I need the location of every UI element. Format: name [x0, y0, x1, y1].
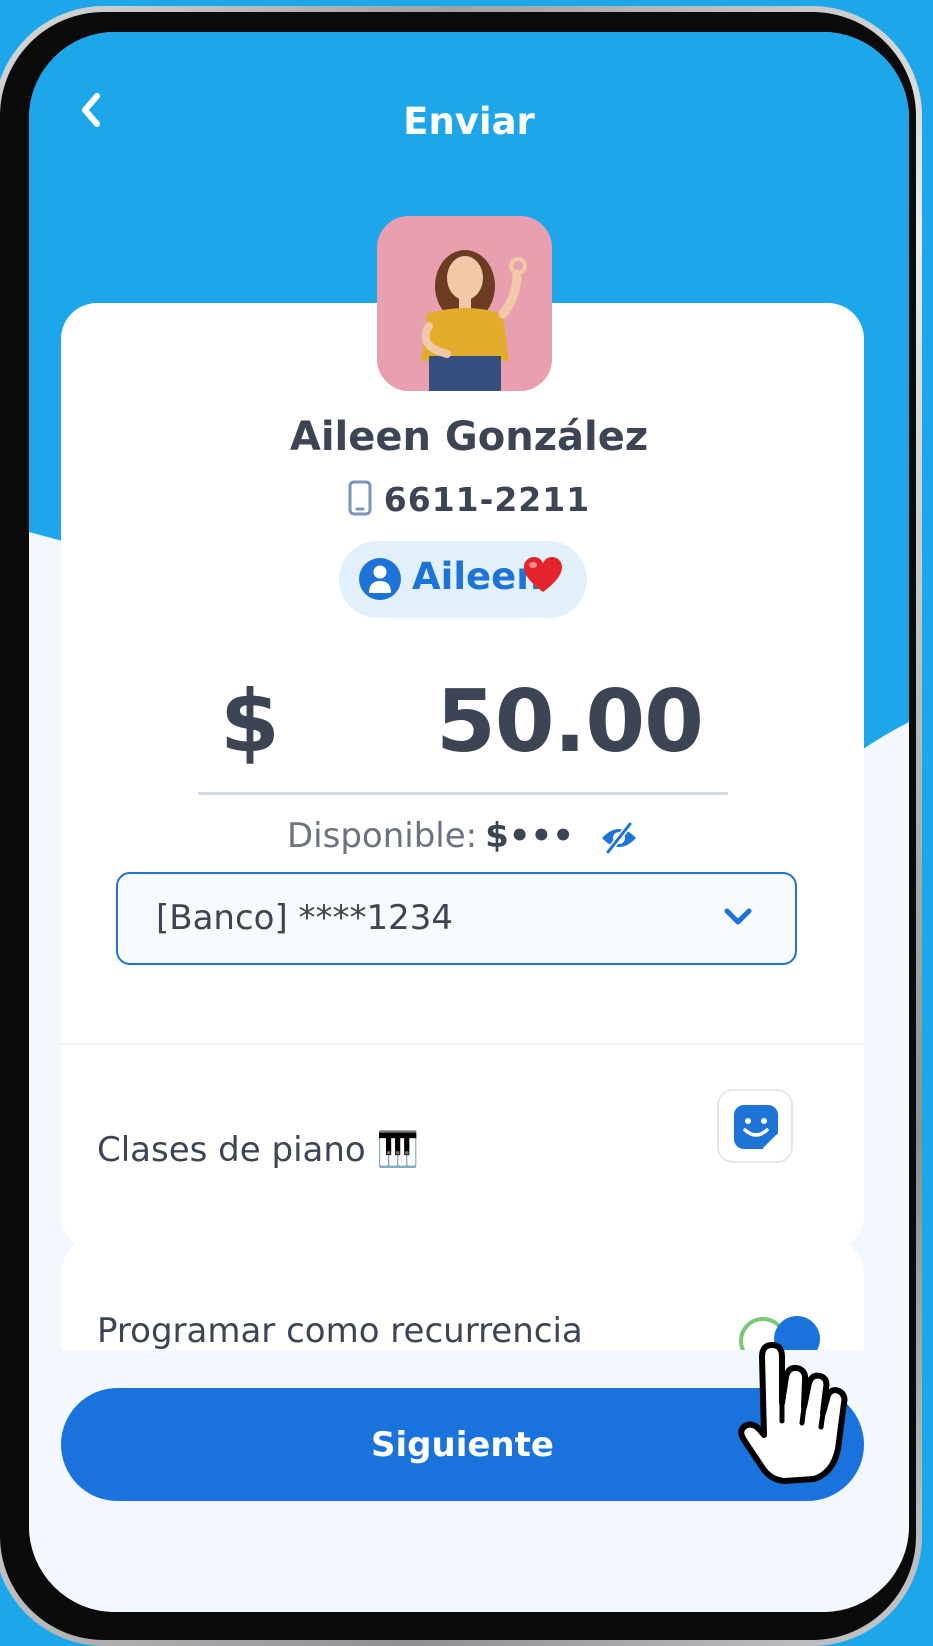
account-select-value: [Banco] ****1234	[156, 898, 454, 938]
available-balance: Disponible: $•••	[287, 816, 574, 856]
recurrence-label: Programar como recurrencia	[97, 1311, 583, 1351]
available-label: Disponible:	[287, 816, 478, 856]
account-select[interactable]: [Banco] ****1234	[116, 872, 797, 965]
alias-chip: Aileen	[339, 541, 587, 618]
hand-cursor-icon	[738, 1342, 848, 1484]
phone-icon	[348, 480, 372, 516]
recipient-phone-row: 6611-2211	[29, 480, 909, 519]
avatar-photo	[377, 216, 552, 391]
concept-field[interactable]: Clases de piano 🎹	[97, 1130, 419, 1170]
page-title: Enviar	[403, 100, 535, 143]
avatar	[377, 216, 552, 391]
amount-input[interactable]: 50.00	[436, 672, 704, 772]
app-screen: Enviar Aileen González 6611-2211 Aileen	[29, 32, 909, 1612]
recipient-phone: 6611-2211	[383, 480, 591, 519]
emoji-sticker-icon	[734, 1105, 779, 1150]
currency-symbol: $	[220, 672, 280, 772]
recipient-name: Aileen González	[289, 414, 649, 460]
available-value: $•••	[485, 816, 574, 856]
heart-icon	[524, 557, 562, 592]
emoji-sticker-button[interactable]	[717, 1089, 793, 1163]
eye-slash-icon[interactable]	[600, 822, 638, 854]
chevron-down-icon	[724, 908, 752, 925]
amount-underline	[198, 792, 728, 795]
person-icon	[359, 558, 401, 600]
card-divider	[61, 1043, 864, 1045]
